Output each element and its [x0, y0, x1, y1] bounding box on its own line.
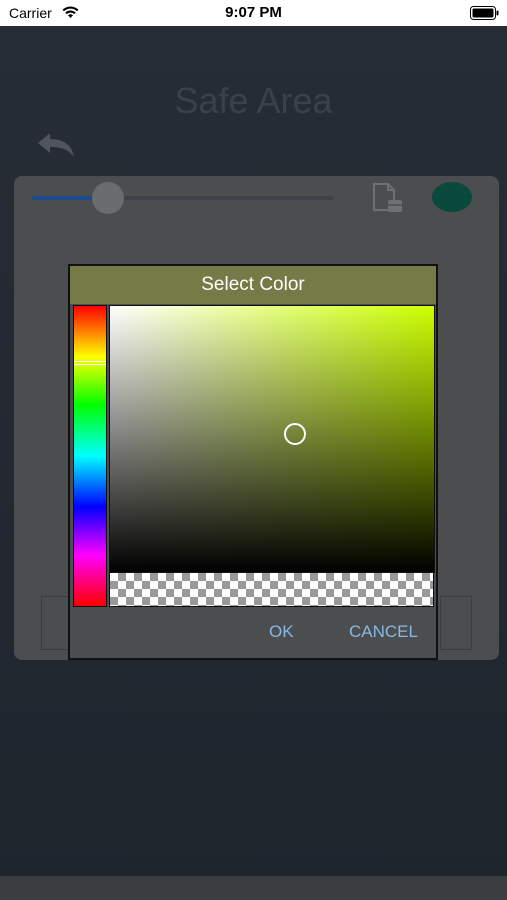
alpha-slider[interactable]	[109, 572, 434, 607]
canvas-frame-left	[41, 596, 71, 650]
undo-arrow-icon[interactable]	[34, 130, 78, 162]
dialog-title: Select Color	[70, 266, 436, 304]
size-slider[interactable]	[32, 182, 334, 214]
saturation-value-picker[interactable]	[109, 305, 435, 573]
status-time: 9:07 PM	[225, 4, 282, 21]
canvas-frame-right	[440, 596, 472, 650]
alpha-gradient	[110, 573, 433, 606]
value-gradient	[110, 306, 434, 572]
status-bar: Carrier 9:07 PM	[0, 0, 507, 26]
hue-slider[interactable]	[73, 305, 107, 607]
page-title: Safe Area	[174, 80, 333, 121]
battery-icon	[470, 6, 499, 20]
hue-marker[interactable]	[74, 361, 106, 365]
document-stack-icon[interactable]	[370, 182, 406, 214]
selected-color-swatch[interactable]	[432, 182, 472, 212]
cancel-button[interactable]: CANCEL	[349, 622, 418, 642]
color-picker-dialog: Select Color OK CANCEL	[68, 264, 438, 660]
bottom-bar	[0, 876, 507, 900]
slider-thumb[interactable]	[91, 182, 124, 214]
ok-button[interactable]: OK	[269, 622, 294, 642]
color-cursor[interactable]	[283, 422, 306, 445]
